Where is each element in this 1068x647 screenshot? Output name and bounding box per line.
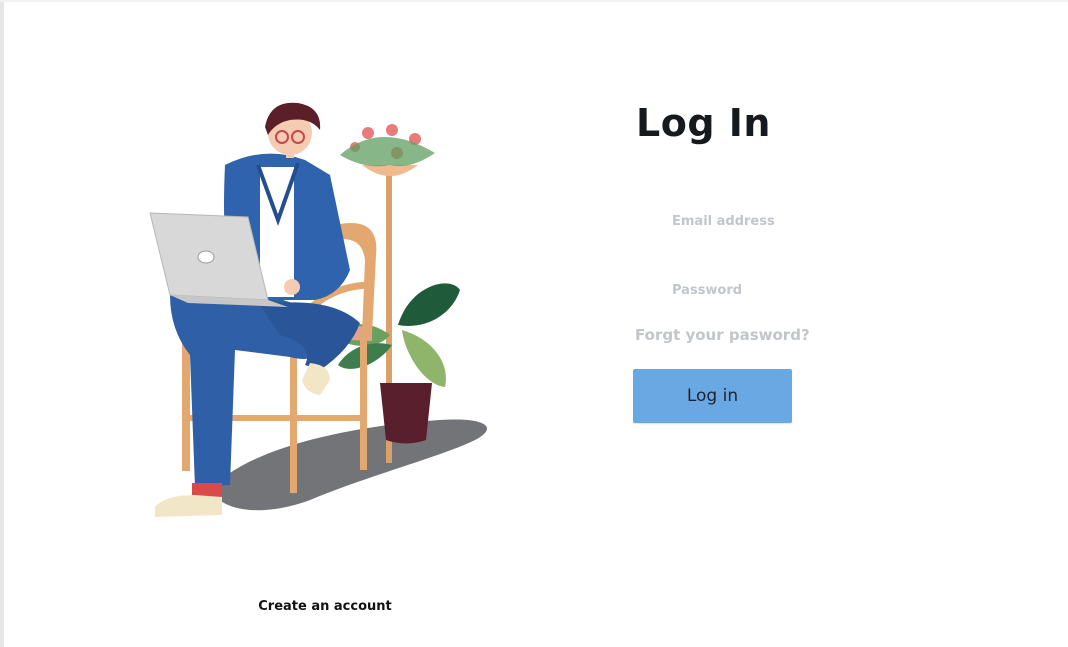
- create-account-link[interactable]: Create an account: [252, 599, 398, 614]
- email-field[interactable]: [660, 206, 890, 236]
- login-button[interactable]: Log in: [633, 369, 792, 423]
- top-border: [0, 0, 1068, 2]
- left-border: [0, 0, 4, 647]
- forgot-password-link[interactable]: Forgt your pasword?: [635, 326, 810, 344]
- password-field[interactable]: [660, 275, 890, 305]
- page-title: Log In: [636, 101, 771, 145]
- person-with-laptop-illustration: [140, 95, 510, 535]
